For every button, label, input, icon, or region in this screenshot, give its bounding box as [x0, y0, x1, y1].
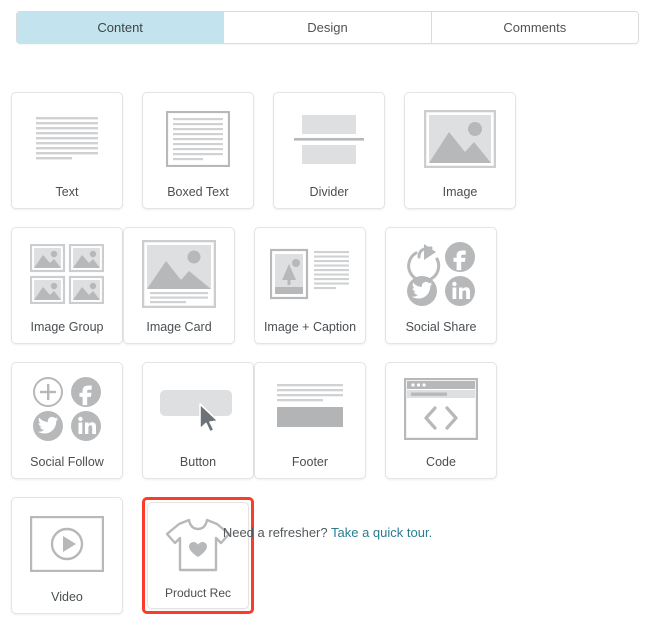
- editor-tabs: Content Design Comments: [16, 11, 639, 44]
- image-card-icon: [124, 228, 234, 321]
- block-card-image-inner[interactable]: Image: [404, 92, 516, 209]
- block-card-video-inner[interactable]: Video: [11, 497, 123, 614]
- block-card-code[interactable]: Code: [385, 362, 497, 479]
- block-card-divider-label: Divider: [309, 184, 349, 199]
- block-grid: Text Boxed Text Divider Image Image Grou…: [11, 92, 644, 632]
- block-card-footer-label: Footer: [291, 454, 329, 469]
- text-lines-icon: [12, 93, 122, 186]
- boxed-text-icon: [143, 93, 253, 186]
- block-card-image-card[interactable]: Image Card: [123, 227, 235, 344]
- linkedin-icon: [445, 276, 475, 307]
- block-card-image-card-inner[interactable]: Image Card: [123, 227, 235, 344]
- tab-design[interactable]: Design: [224, 12, 432, 43]
- facebook-icon: [445, 242, 475, 273]
- tshirt-heart-icon: [148, 503, 248, 587]
- block-card-product-rec-inner[interactable]: Product Rec: [147, 502, 249, 609]
- tab-design-label: Design: [307, 20, 348, 35]
- footer-help: Need a refresher? Take a quick tour.: [0, 525, 655, 540]
- footer-prompt: Need a refresher?: [222, 525, 328, 540]
- block-card-boxed-text-inner[interactable]: Boxed Text: [142, 92, 254, 209]
- content-block-picker: Content Design Comments Text Boxed Text …: [0, 11, 655, 614]
- tab-content-label: Content: [97, 20, 143, 35]
- block-card-divider-inner[interactable]: Divider: [273, 92, 385, 209]
- block-card-social-share[interactable]: Social Share: [385, 227, 497, 344]
- block-card-video[interactable]: Video: [11, 497, 123, 614]
- block-card-button[interactable]: Button: [142, 362, 254, 479]
- image-group-icon: [12, 228, 122, 321]
- block-card-social-share-inner[interactable]: Social Share: [385, 227, 497, 344]
- block-card-social-follow-inner[interactable]: Social Follow: [11, 362, 123, 479]
- social-share-icon: [386, 228, 496, 321]
- social-follow-icon: [12, 363, 122, 456]
- block-card-button-inner[interactable]: Button: [142, 362, 254, 479]
- tab-comments-label: Comments: [503, 20, 567, 35]
- block-card-text[interactable]: Text: [11, 92, 123, 209]
- block-card-boxed-text[interactable]: Boxed Text: [142, 92, 254, 209]
- video-play-icon: [12, 498, 122, 591]
- block-card-image-group[interactable]: Image Group: [11, 227, 123, 344]
- block-card-image-caption-inner[interactable]: Image + Caption: [254, 227, 366, 344]
- image-caption-icon: [255, 228, 365, 321]
- block-card-image-caption[interactable]: Image + Caption: [254, 227, 366, 344]
- block-card-image-group-inner[interactable]: Image Group: [11, 227, 123, 344]
- code-browser-icon: [386, 363, 496, 456]
- block-card-boxed-text-label: Boxed Text: [167, 184, 229, 199]
- twitter-icon: [407, 276, 437, 307]
- linkedin-icon: [71, 411, 101, 442]
- plus-circle-icon: [33, 377, 63, 408]
- divider-icon: [274, 93, 384, 186]
- footer-icon: [255, 363, 365, 456]
- tab-comments[interactable]: Comments: [431, 12, 638, 43]
- block-card-product-rec[interactable]: Product Rec: [142, 497, 254, 614]
- image-icon: [405, 93, 515, 186]
- block-card-text-inner[interactable]: Text: [11, 92, 123, 209]
- block-card-video-label: Video: [51, 589, 83, 604]
- block-card-social-follow-label: Social Follow: [30, 454, 104, 469]
- tab-content[interactable]: Content: [17, 12, 225, 43]
- block-card-footer[interactable]: Footer: [254, 362, 366, 479]
- block-card-image-caption-label: Image + Caption: [263, 319, 357, 334]
- facebook-icon: [71, 377, 101, 408]
- block-card-image[interactable]: Image: [404, 92, 516, 209]
- block-card-footer-inner[interactable]: Footer: [254, 362, 366, 479]
- block-card-image-label: Image: [442, 184, 478, 199]
- block-card-social-follow[interactable]: Social Follow: [11, 362, 123, 479]
- block-card-divider[interactable]: Divider: [273, 92, 385, 209]
- button-cursor-icon: [143, 363, 253, 456]
- block-card-code-label: Code: [426, 454, 456, 469]
- block-card-social-share-label: Social Share: [405, 319, 477, 334]
- quick-tour-link[interactable]: Take a quick tour.: [331, 525, 432, 540]
- block-card-product-rec-label: Product Rec: [164, 586, 232, 600]
- block-card-code-inner[interactable]: Code: [385, 362, 497, 479]
- share-arrow-icon: [407, 244, 441, 283]
- twitter-icon: [33, 411, 63, 442]
- block-card-image-group-label: Image Group: [30, 319, 104, 334]
- block-card-button-label: Button: [179, 454, 217, 469]
- block-card-image-card-label: Image Card: [146, 319, 212, 334]
- block-card-text-label: Text: [55, 184, 79, 199]
